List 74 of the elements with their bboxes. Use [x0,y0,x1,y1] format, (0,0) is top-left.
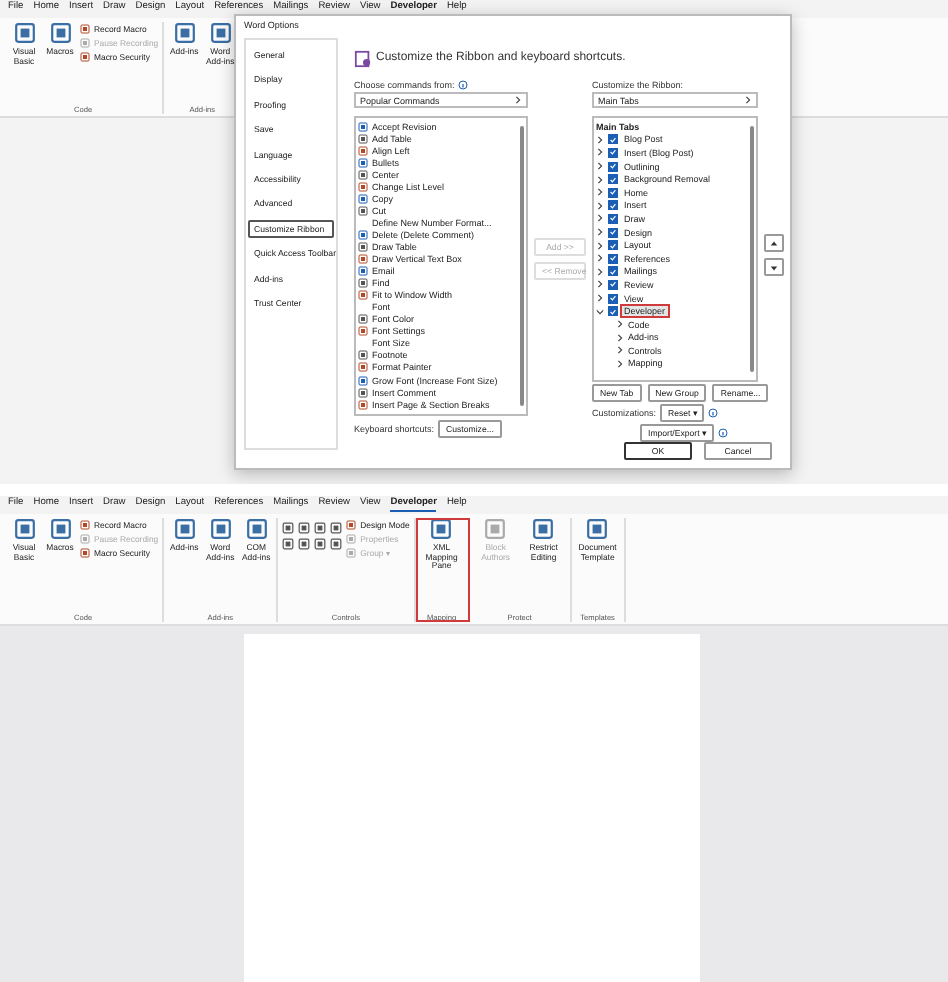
ribbon-icon [430,518,453,540]
expander-icon[interactable] [596,135,604,144]
ribbon-icon [13,518,35,540]
checkbox[interactable] [608,187,618,198]
ribbon-icon [80,38,90,48]
ribbon-icon [80,548,90,558]
up-arrow-icon [770,239,778,247]
expander-icon[interactable] [596,280,604,289]
control-icon [282,538,295,550]
ribbon-icon [586,518,609,540]
expander-icon[interactable] [596,214,604,223]
control-icon [330,522,343,534]
checkbox[interactable] [608,213,618,224]
checkbox[interactable] [608,134,618,145]
expander-icon[interactable] [744,96,752,104]
checkbox[interactable] [608,174,618,185]
ribbon-icon [346,548,357,558]
scrollbar[interactable] [750,126,754,372]
checkbox[interactable] [608,227,618,238]
control-icon [314,522,327,534]
info-icon [717,427,728,437]
control-icon [314,538,327,550]
expander-icon[interactable] [596,201,604,210]
expander-icon[interactable] [596,188,604,197]
ribbon-icon [173,518,196,540]
checkbox[interactable] [608,161,618,172]
ribbon-icon [484,518,507,540]
expander-icon[interactable] [596,254,604,263]
expander-icon[interactable] [596,294,604,303]
expander-icon[interactable] [514,96,522,104]
expander-icon[interactable] [616,333,624,342]
ribbon-icon [80,534,90,544]
expander-icon[interactable] [596,307,604,316]
checkbox[interactable] [608,266,618,277]
ribbon-icon [173,22,196,44]
ribbon-icon [209,22,232,44]
checkbox[interactable] [608,306,618,317]
ribbon-icon [532,518,555,540]
ribbon-icon [13,22,35,44]
ribbon-icon [346,520,357,530]
control-icon [298,522,311,534]
move-up-button[interactable] [764,234,784,252]
ribbon-icon [49,22,71,44]
control-icon [282,522,295,534]
expander-icon[interactable] [596,175,604,184]
expander-icon[interactable] [616,320,624,329]
ribbon-settings-icon [354,49,372,67]
checkbox[interactable] [608,200,618,211]
ribbon-icon [80,52,90,62]
expander-icon[interactable] [596,228,604,237]
ribbon-icon [346,534,357,544]
checkbox[interactable] [608,279,618,290]
expander-icon[interactable] [596,148,604,157]
checkbox[interactable] [608,253,618,264]
expander-icon[interactable] [616,359,624,368]
info-icon [458,80,469,90]
ribbon-icon [80,520,90,530]
ribbon-icon [209,518,232,540]
expander-icon[interactable] [596,162,604,171]
move-down-button[interactable] [764,258,784,276]
down-arrow-icon [770,263,778,271]
checkbox[interactable] [608,147,618,158]
control-icon [330,538,343,550]
info-icon [708,408,719,418]
checkbox[interactable] [608,293,618,304]
ribbon-icon [80,24,90,34]
checkbox[interactable] [608,240,618,251]
expander-icon[interactable] [596,241,604,250]
expander-icon[interactable] [616,346,624,355]
ribbon-icon [49,518,71,540]
control-icon [298,538,311,550]
scrollbar[interactable] [520,126,524,406]
expander-icon[interactable] [596,267,604,276]
ribbon-icon [245,518,268,540]
